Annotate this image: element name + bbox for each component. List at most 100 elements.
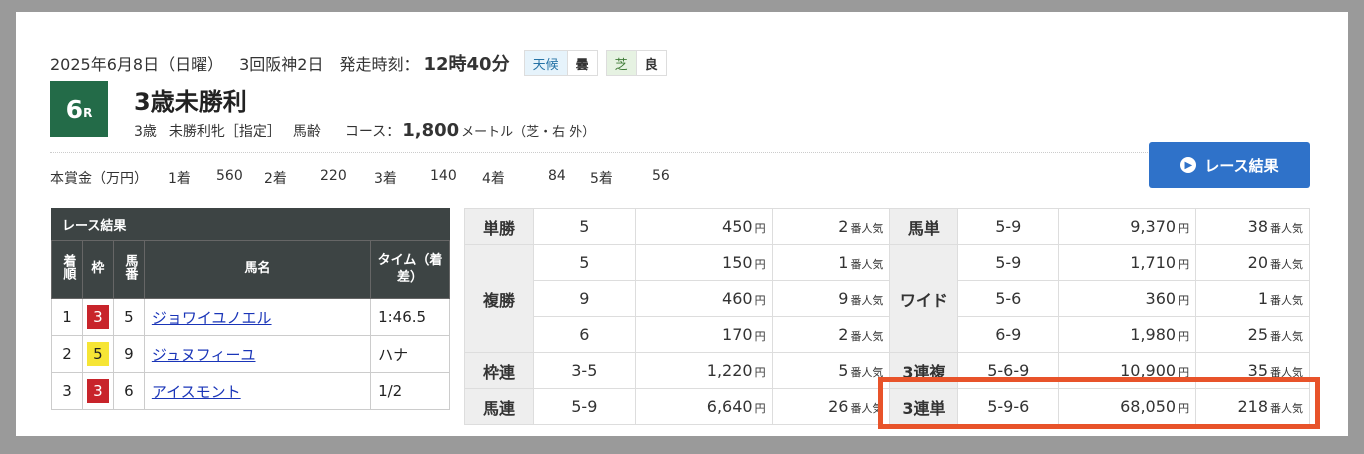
bet-type-fukusho: 複勝 <box>464 244 534 353</box>
combo: 5-6 <box>957 280 1060 317</box>
race-date: 2025年6月8日（日曜） <box>50 55 224 74</box>
payout-amount: 360 円 <box>1058 280 1197 317</box>
race-age: 3歳 <box>134 124 157 140</box>
prize-place: 2着 <box>264 171 287 187</box>
table-row: 9 460 円 9 番人気 5-6 360 円 1 番人気 <box>465 280 1310 317</box>
popularity: 20 番人気 <box>1195 244 1310 281</box>
results-caption: レース結果 <box>51 208 450 241</box>
popularity: 5 番人気 <box>771 352 891 389</box>
race-results-table: レース結果 着順 枠 馬番 馬名 タイム（着差） 1 3 5 ジョワイユノエル … <box>51 208 450 410</box>
bet-type-sanrenpuku: 3連複 <box>889 352 959 389</box>
race-panel: 2025年6月8日（日曜） 3回阪神2日 発走時刻： 12時40分 天候 曇 芝… <box>16 12 1348 436</box>
popularity: 35 番人気 <box>1195 352 1310 389</box>
table-row: 1 3 5 ジョワイユノエル 1:46.5 <box>51 298 450 336</box>
popularity: 218 番人気 <box>1195 388 1310 425</box>
popularity: 38 番人気 <box>1195 208 1310 245</box>
combo: 5-6-9 <box>957 352 1060 389</box>
race-number-badge: 6 R <box>50 81 108 137</box>
race-result-button-label: レース結果 <box>1204 156 1279 175</box>
bet-type-wide: ワイド <box>889 244 959 353</box>
rank: 2 <box>51 335 83 373</box>
finish-time: 1:46.5 <box>370 298 450 336</box>
payout-amount: 1,710 円 <box>1058 244 1197 281</box>
payout-amount: 150 円 <box>634 244 773 281</box>
horse-name-link[interactable]: アイスモント <box>152 383 241 401</box>
combo: 5 <box>532 208 636 245</box>
race-header-line: 2025年6月8日（日曜） 3回阪神2日 発走時刻： 12時40分 天候 曇 芝… <box>50 50 667 76</box>
race-distance: 1,800 <box>402 120 460 141</box>
table-row: 3 3 6 アイスモント 1/2 <box>51 372 450 410</box>
weather-box: 天候 曇 <box>523 50 598 76</box>
table-row: 枠連 3-5 1,220 円 5 番人気 3連複 5-6-9 10,900 円 35 番… <box>464 352 1310 389</box>
prize-money: 本賞金（万円） 1着 560 2着 220 3着 140 4着 84 5着 56 <box>50 168 692 188</box>
bet-type-umaren: 馬連 <box>464 388 534 425</box>
header-rank: 着順 <box>51 240 83 299</box>
bet-type-sanrentan: 3連単 <box>889 388 959 425</box>
prize-amount: 560 <box>216 168 243 184</box>
horse-name-link[interactable]: ジュヌフィーユ <box>152 346 256 364</box>
combo: 9 <box>532 280 636 317</box>
prize-place: 5着 <box>590 171 613 187</box>
ground-label: 芝 <box>606 51 637 75</box>
horse-name-cell: ジョワイユノエル <box>143 298 372 336</box>
distance-unit: メートル（芝・右 外） <box>461 125 596 140</box>
ground-value: 良 <box>636 51 666 75</box>
payout-amount: 1,980 円 <box>1058 316 1197 353</box>
prize-place: 4着 <box>482 171 505 187</box>
race-result-button[interactable]: ▶ レース結果 <box>1149 142 1310 188</box>
bet-type-umatan: 馬単 <box>889 208 959 245</box>
popularity: 26 番人気 <box>771 388 891 425</box>
horse-number: 9 <box>112 335 145 373</box>
combo: 6 <box>532 316 636 353</box>
payout-amount: 9,370 円 <box>1058 208 1197 245</box>
waku-badge: 5 <box>86 342 109 366</box>
payout-amount: 170 円 <box>634 316 773 353</box>
race-number: 6 <box>65 94 84 124</box>
prize-amount: 220 <box>320 168 347 184</box>
prize-amount: 56 <box>652 168 670 184</box>
horse-name-link[interactable]: ジョワイユノエル <box>152 309 272 327</box>
waku: 5 <box>81 335 114 373</box>
prize-place: 3着 <box>374 171 397 187</box>
combo: 5-9-6 <box>957 388 1060 425</box>
header-waku: 枠 <box>81 240 114 299</box>
rank: 1 <box>51 298 83 336</box>
prize-amount: 84 <box>548 168 566 184</box>
horse-name-cell: アイスモント <box>143 372 372 410</box>
race-info: 3歳 未勝利牝［指定］ 馬齢 コース： 1,800 メートル（芝・右 外） <box>134 120 595 141</box>
popularity: 1 番人気 <box>1195 280 1310 317</box>
prize-place: 1着 <box>168 171 191 187</box>
finish-time: 1/2 <box>370 372 450 410</box>
waku-badge: 3 <box>86 379 109 403</box>
combo: 5-9 <box>957 244 1060 281</box>
payout-table: 単勝 5 450 円 2 番人気 馬単 5-9 9,370 円 38 番人気 複勝 5 … <box>464 208 1310 425</box>
header-time: タイム（着差） <box>370 240 450 299</box>
payout-amount: 68,050 円 <box>1058 388 1197 425</box>
horse-name-cell: ジュヌフィーユ <box>143 335 372 373</box>
course-label: コース： <box>344 124 401 140</box>
weather-label: 天候 <box>524 51 568 75</box>
race-condition: 未勝利牝［指定］ <box>168 124 281 140</box>
combo: 5-9 <box>532 388 636 425</box>
payout-amount: 450 円 <box>634 208 773 245</box>
popularity: 2 番人気 <box>771 316 891 353</box>
weather-value: 曇 <box>567 51 597 75</box>
prize-label: 本賞金（万円） <box>50 171 148 187</box>
header-divider <box>50 152 1150 153</box>
payout-amount: 6,640 円 <box>634 388 773 425</box>
race-title: 3歳未勝利 <box>134 88 247 116</box>
popularity: 9 番人気 <box>771 280 891 317</box>
finish-time: ハナ <box>370 335 450 373</box>
combo: 6-9 <box>957 316 1060 353</box>
table-row: 単勝 5 450 円 2 番人気 馬単 5-9 9,370 円 38 番人気 <box>464 208 1310 245</box>
waku: 3 <box>81 372 114 410</box>
payout-amount: 1,220 円 <box>634 352 773 389</box>
popularity: 2 番人気 <box>771 208 891 245</box>
start-time: 12時40分 <box>423 54 510 75</box>
combo: 5 <box>532 244 636 281</box>
start-time-label: 発走時刻： <box>339 55 420 74</box>
table-row: 複勝 5 150 円 1 番人気 ワイド 5-9 1,710 円 20 番人気 <box>464 244 1310 353</box>
table-row: 馬連 5-9 6,640 円 26 番人気 3連単 5-9-6 68,050 円 21… <box>464 388 1310 425</box>
ground-box: 芝 良 <box>605 50 667 76</box>
waku: 3 <box>81 298 114 336</box>
